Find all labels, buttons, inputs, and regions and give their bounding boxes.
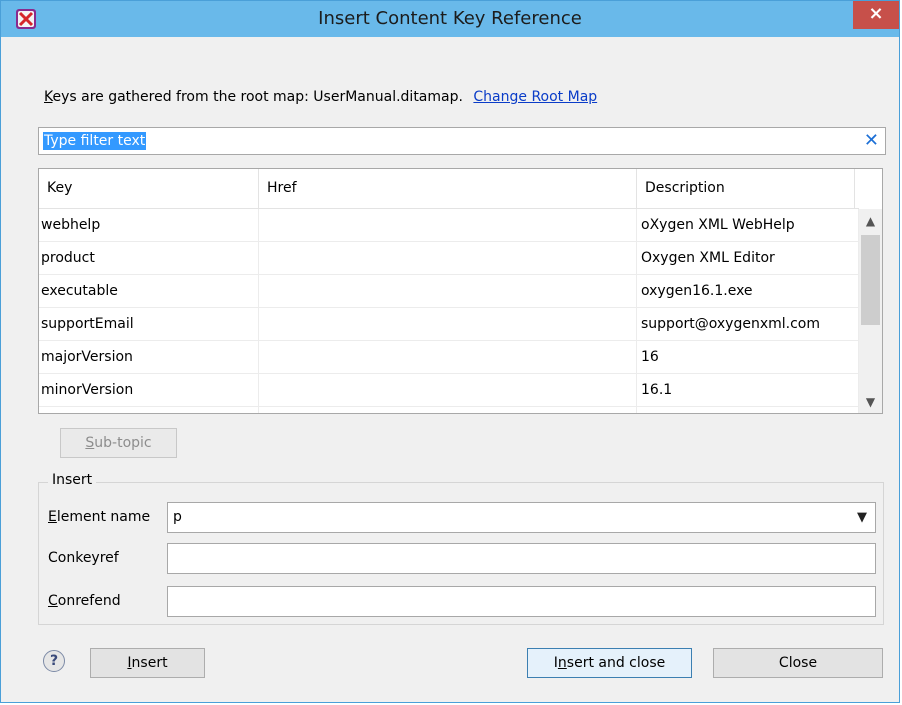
clear-filter-icon[interactable]: ✕ (864, 130, 879, 151)
close-button[interactable]: Close (713, 648, 883, 678)
conrefend-field[interactable] (167, 586, 876, 617)
title-bar: Insert Content Key Reference × (1, 1, 899, 37)
cell-key: supportEmail (39, 308, 259, 340)
change-root-map-link[interactable]: Change Root Map (473, 89, 597, 105)
scroll-down-icon[interactable]: ▼ (859, 390, 882, 413)
table-row[interactable]: executable oxygen16.1.exe (39, 275, 859, 308)
filter-input[interactable]: Type filter text ✕ (38, 127, 886, 155)
conrefend-text: onrefend (57, 593, 121, 609)
cell-href (259, 209, 637, 241)
table-row[interactable]: ... 2014 (39, 407, 859, 413)
cell-description: oXygen XML WebHelp (637, 209, 859, 241)
cell-href (259, 374, 637, 406)
conkeyref-field[interactable] (167, 543, 876, 574)
cell-href (259, 275, 637, 307)
cell-description: oxygen16.1.exe (637, 275, 859, 307)
column-header-href[interactable]: Href (259, 169, 637, 208)
cell-key: majorVersion (39, 341, 259, 373)
element-name-text: lement name (56, 509, 151, 525)
dialog-title: Insert Content Key Reference (318, 8, 582, 29)
info-text: eys are gathered from the root map: User… (52, 89, 463, 105)
cell-href (259, 407, 637, 413)
conrefend-mnemonic: C (48, 593, 58, 609)
help-icon[interactable]: ? (43, 650, 65, 672)
table-scrollbar[interactable]: ▲ ▼ (859, 209, 882, 413)
element-name-mnemonic: E (48, 509, 57, 525)
element-name-select[interactable]: p ▼ (167, 502, 876, 533)
cell-description: Oxygen XML Editor (637, 242, 859, 274)
table-header: Key Href Description (39, 169, 859, 209)
keys-table: Key Href Description webhelp oXygen XML … (38, 168, 883, 414)
conkeyref-label: Conkeyref (48, 550, 119, 566)
conrefend-label: Conrefend (48, 593, 121, 609)
scroll-up-icon[interactable]: ▲ (859, 209, 882, 233)
insert-label: nsert (131, 655, 168, 671)
close-icon[interactable]: × (853, 1, 899, 29)
cell-href (259, 242, 637, 274)
scroll-thumb[interactable] (861, 235, 880, 325)
insert-close-label: sert and close (566, 655, 666, 671)
sub-topic-mnemonic: S (85, 435, 95, 451)
insert-button[interactable]: Insert (90, 648, 205, 678)
column-header-description[interactable]: Description (637, 169, 855, 208)
cell-description: support@oxygenxml.com (637, 308, 859, 340)
dialog-window: Insert Content Key Reference × Keys are … (0, 0, 900, 703)
table-body: webhelp oXygen XML WebHelp product Oxyge… (39, 209, 859, 413)
cell-href (259, 308, 637, 340)
cell-description: 16.1 (637, 374, 859, 406)
table-row[interactable]: supportEmail support@oxygenxml.com (39, 308, 859, 341)
element-name-value: p (173, 509, 182, 525)
filter-placeholder: Type filter text (43, 132, 147, 150)
element-name-label: Element name (48, 509, 150, 525)
cell-description: 2014 (637, 407, 859, 413)
cell-href (259, 341, 637, 373)
cell-key: product (39, 242, 259, 274)
sub-topic-label: ub-topic (94, 435, 152, 451)
insert-group-legend: Insert (48, 472, 97, 488)
cell-key: ... (39, 407, 259, 413)
table-row[interactable]: webhelp oXygen XML WebHelp (39, 209, 859, 242)
table-row[interactable]: product Oxygen XML Editor (39, 242, 859, 275)
cell-key: executable (39, 275, 259, 307)
table-row[interactable]: majorVersion 16 (39, 341, 859, 374)
chevron-down-icon[interactable]: ▼ (857, 503, 867, 532)
cell-key: minorVersion (39, 374, 259, 406)
root-map-info: Keys are gathered from the root map: Use… (44, 89, 597, 105)
cell-key: webhelp (39, 209, 259, 241)
column-header-key[interactable]: Key (39, 169, 259, 208)
sub-topic-button[interactable]: Sub-topic (60, 428, 177, 458)
insert-and-close-button[interactable]: Insert and close (527, 648, 692, 678)
insert-close-mnemonic: n (557, 655, 567, 671)
cell-description: 16 (637, 341, 859, 373)
table-row[interactable]: minorVersion 16.1 (39, 374, 859, 407)
